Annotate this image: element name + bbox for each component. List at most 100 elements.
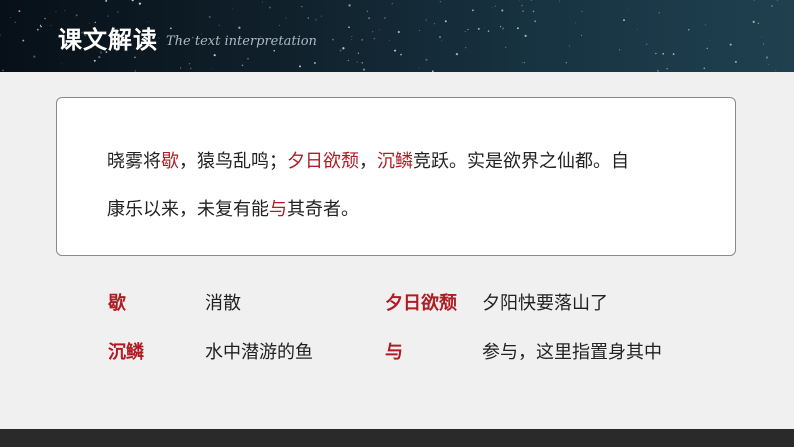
star-dot (666, 68, 668, 70)
star-dot (208, 16, 211, 18)
star-dot (361, 38, 364, 41)
star-dot (768, 63, 770, 65)
star-dot (384, 17, 386, 19)
star-dot (158, 37, 160, 39)
star-dot (524, 34, 527, 38)
star-dot (39, 24, 42, 26)
star-dot (501, 9, 504, 12)
star-dot (107, 15, 109, 17)
star-dot (313, 62, 316, 64)
star-dot (763, 43, 765, 45)
star-dot (93, 59, 96, 62)
star-dot (356, 61, 358, 63)
star-dot (494, 5, 497, 7)
star-dot (362, 68, 366, 71)
star-dot (439, 36, 441, 39)
star-dot (268, 6, 271, 9)
star-dot (213, 54, 216, 57)
star-dot (138, 2, 142, 5)
star-dot (134, 70, 136, 72)
star-dot (0, 34, 1, 36)
star-dot (22, 39, 25, 42)
star-dot (706, 47, 708, 50)
star-dot (301, 5, 303, 8)
star-dot (477, 27, 480, 30)
star-dot (307, 17, 309, 19)
star-dot (320, 15, 323, 17)
star-dot (467, 29, 469, 31)
star-dot (188, 62, 191, 65)
star-dot (40, 25, 42, 28)
star-dot (521, 62, 523, 64)
star-dot (373, 37, 376, 40)
star-dot (418, 29, 420, 31)
star-dot (366, 10, 369, 13)
star-dot (623, 19, 625, 21)
star-dot (75, 14, 78, 17)
star-dot (568, 45, 570, 47)
star-dot (709, 40, 711, 42)
star-dot (60, 63, 62, 64)
passage-segment: 康乐以来，未复有能 (107, 199, 269, 220)
star-dot (425, 19, 427, 21)
star-dot (581, 11, 583, 12)
star-dot (36, 28, 39, 31)
glossary-term: 沉鳞 (108, 342, 144, 363)
star-dot (433, 23, 435, 25)
star-dot (190, 67, 192, 69)
star-dot (315, 18, 317, 21)
star-dot (516, 27, 519, 30)
star-dot (342, 47, 345, 50)
star-dot (734, 60, 737, 63)
star-dot (18, 10, 21, 13)
star-dot (389, 40, 390, 41)
star-dot (776, 0, 778, 1)
star-dot (657, 69, 659, 72)
glossary-definition: 参与，这里指置身其中 (482, 342, 662, 363)
passage-segment: 晓雾将 (107, 151, 161, 172)
star-dot (368, 17, 371, 20)
star-dot (397, 30, 400, 34)
star-dot (753, 0, 755, 1)
star-dot (444, 20, 447, 23)
star-dot (464, 31, 466, 33)
star-dot (238, 26, 241, 29)
glossary-definition: 消散 (205, 293, 241, 314)
star-dot (487, 30, 490, 32)
star-dot (558, 0, 560, 2)
header-banner: 课文解读 The text interpretation (0, 0, 794, 72)
star-dot (703, 67, 705, 69)
star-dot (394, 49, 397, 52)
star-dot (357, 52, 359, 54)
star-dot (232, 8, 234, 10)
star-dot (565, 62, 567, 64)
star-dot (500, 26, 502, 28)
passage-segment: 其奇者。 (287, 199, 359, 220)
star-dot (522, 10, 525, 13)
star-dot (400, 53, 402, 56)
star-dot (534, 20, 537, 23)
star-dot (351, 36, 353, 37)
page-subtitle: The text interpretation (166, 34, 317, 49)
star-dot (339, 49, 342, 52)
star-dot (218, 24, 220, 26)
star-dot (44, 17, 46, 20)
star-dot (761, 36, 763, 38)
star-dot (655, 52, 657, 55)
passage-highlight: 沉鳞 (377, 151, 413, 172)
star-dot (729, 43, 732, 46)
star-dot (455, 52, 459, 56)
star-dot (241, 64, 244, 67)
passage-highlight: 夕日欲颓 (287, 151, 359, 172)
star-dot (439, 1, 441, 3)
star-dot (391, 3, 393, 5)
passage-segment: ， (359, 151, 377, 172)
star-dot (361, 61, 364, 64)
star-dot (627, 9, 629, 11)
star-dot (134, 56, 136, 59)
star-dot (658, 12, 660, 14)
star-dot (299, 65, 301, 68)
star-dot (285, 17, 287, 19)
star-dot (484, 27, 485, 29)
glossary-term: 歇 (108, 293, 126, 314)
